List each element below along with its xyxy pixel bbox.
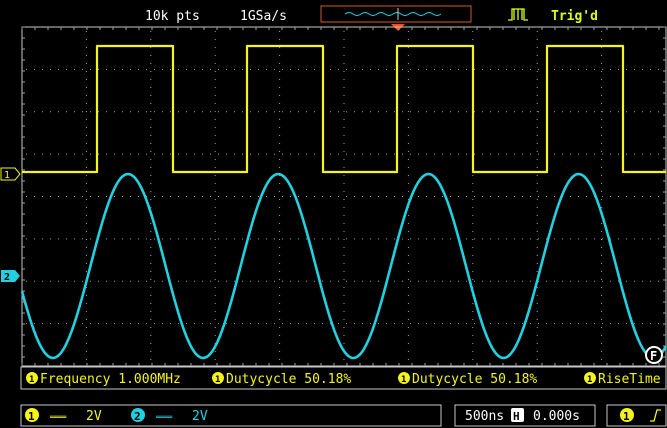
- measurement-dutycycle: Dutycycle 50.18%: [226, 372, 351, 387]
- svg-text:1: 1: [623, 410, 630, 423]
- channel-2-marker-label: 2: [4, 272, 10, 283]
- sample-rate: 1GSa/s: [240, 9, 287, 24]
- svg-text:1: 1: [29, 375, 34, 385]
- measurement-risetime: RiseTime: [598, 372, 661, 387]
- function-key-f[interactable]: F: [645, 346, 663, 364]
- dc-coupling-icon: ═══: [49, 413, 67, 423]
- measurement-item[interactable]: 1 Frequency 1.000MHz: [26, 372, 181, 387]
- dc-coupling-icon: ═══: [155, 413, 173, 423]
- measurement-item[interactable]: 1 Dutycycle 50.18%: [212, 372, 351, 387]
- trigger-settings[interactable]: 1: [606, 404, 667, 427]
- measurement-dutycycle: Dutycycle 50.18%: [412, 372, 537, 387]
- horizontal-position-value: 0.000s: [533, 409, 580, 424]
- svg-text:1: 1: [587, 375, 592, 385]
- trigger-status: Trig'd: [551, 9, 598, 24]
- svg-text:2: 2: [134, 410, 141, 423]
- measurement-frequency: Frequency 1.000MHz: [40, 372, 181, 387]
- function-key-label: F: [650, 349, 657, 363]
- svg-text:1: 1: [28, 410, 35, 423]
- channel-1-scale: 2V: [86, 409, 102, 424]
- svg-text:H: H: [513, 410, 520, 423]
- timebase-value: 500ns: [465, 409, 504, 424]
- memory-depth: 10k pts: [145, 9, 200, 24]
- channel-settings-box: [20, 404, 442, 427]
- horizontal-settings[interactable]: 500ns H 0.000s: [454, 404, 596, 427]
- svg-text:1: 1: [401, 375, 406, 385]
- oscilloscope-display: 10k pts 1GSa/s Trig'd 1 2 F 1 Frequency …: [0, 0, 667, 428]
- channel-2-scale: 2V: [192, 409, 208, 424]
- channel-1-marker-label: 1: [4, 170, 10, 181]
- svg-text:1: 1: [215, 375, 220, 385]
- measurement-item[interactable]: 1 Dutycycle 50.18%: [398, 372, 537, 387]
